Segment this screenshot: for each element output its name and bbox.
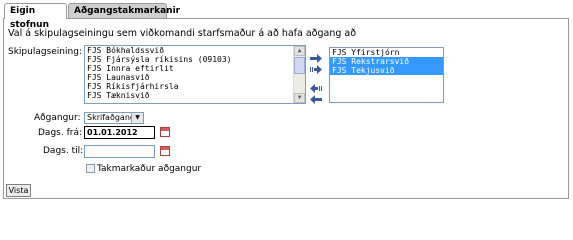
- remove-all-arrow-icon[interactable]: [310, 84, 322, 93]
- instruction-text: Val á skipulagseiningu sem viðkomandi st…: [8, 28, 357, 39]
- tab-own-institution[interactable]: Eigin stofnun: [4, 3, 67, 30]
- date-from-label: Dags. frá:: [38, 128, 82, 138]
- date-to-label: Dags. til:: [43, 146, 84, 156]
- available-units-list[interactable]: FJS Bókhaldssvið FJS Fjársýsla ríkisins (…: [84, 45, 306, 104]
- tab-access-restrictions[interactable]: Aðgangstakmarkanir: [68, 3, 180, 18]
- selected-unit-option[interactable]: FJS Yfirstjórn: [330, 48, 443, 57]
- scroll-up-icon[interactable]: ▲: [294, 46, 305, 56]
- scroll-down-icon[interactable]: ▼: [294, 93, 305, 103]
- available-unit-option[interactable]: FJS Ríkisfjárhirsla: [85, 82, 305, 91]
- available-units-scrollbar[interactable]: ▲ ▼: [293, 46, 305, 103]
- available-unit-option[interactable]: FJS Tæknisvið: [85, 91, 305, 100]
- remove-one-arrow-icon[interactable]: [310, 95, 322, 104]
- add-one-arrow-icon[interactable]: [310, 54, 322, 63]
- date-from-input[interactable]: 01.01.2012: [84, 126, 155, 139]
- date-to-input[interactable]: [84, 145, 155, 158]
- add-all-arrow-icon[interactable]: [310, 65, 322, 74]
- calendar-icon[interactable]: [160, 146, 170, 156]
- chevron-down-icon[interactable]: ▼: [131, 113, 143, 123]
- restricted-access-label: Takmarkaður aðgangur: [97, 164, 202, 174]
- restricted-access-checkbox[interactable]: [86, 164, 95, 173]
- available-unit-option[interactable]: FJS Fjársýsla ríkisins (09103): [85, 55, 305, 64]
- available-unit-option[interactable]: FJS Bókhaldssvið: [85, 46, 305, 55]
- available-unit-option[interactable]: FJS Innra eftirlit: [85, 64, 305, 73]
- unit-label: Skipulagseining:: [8, 47, 82, 57]
- selected-unit-option[interactable]: FJS Tekjusvið: [330, 66, 443, 75]
- available-unit-option[interactable]: FJS Launasvið: [85, 73, 305, 82]
- save-button[interactable]: Vista: [6, 184, 31, 197]
- selected-units-list[interactable]: FJS Yfirstjórn FJS Rekstrarsvið FJS Tekjus…: [329, 47, 444, 103]
- scroll-thumb[interactable]: [294, 57, 305, 74]
- access-label: Aðgangur:: [34, 113, 81, 123]
- calendar-icon[interactable]: [160, 127, 170, 137]
- selected-unit-option[interactable]: FJS Rekstrarsvið: [330, 57, 443, 66]
- access-select[interactable]: Skrifaðgangur ▼: [84, 112, 144, 124]
